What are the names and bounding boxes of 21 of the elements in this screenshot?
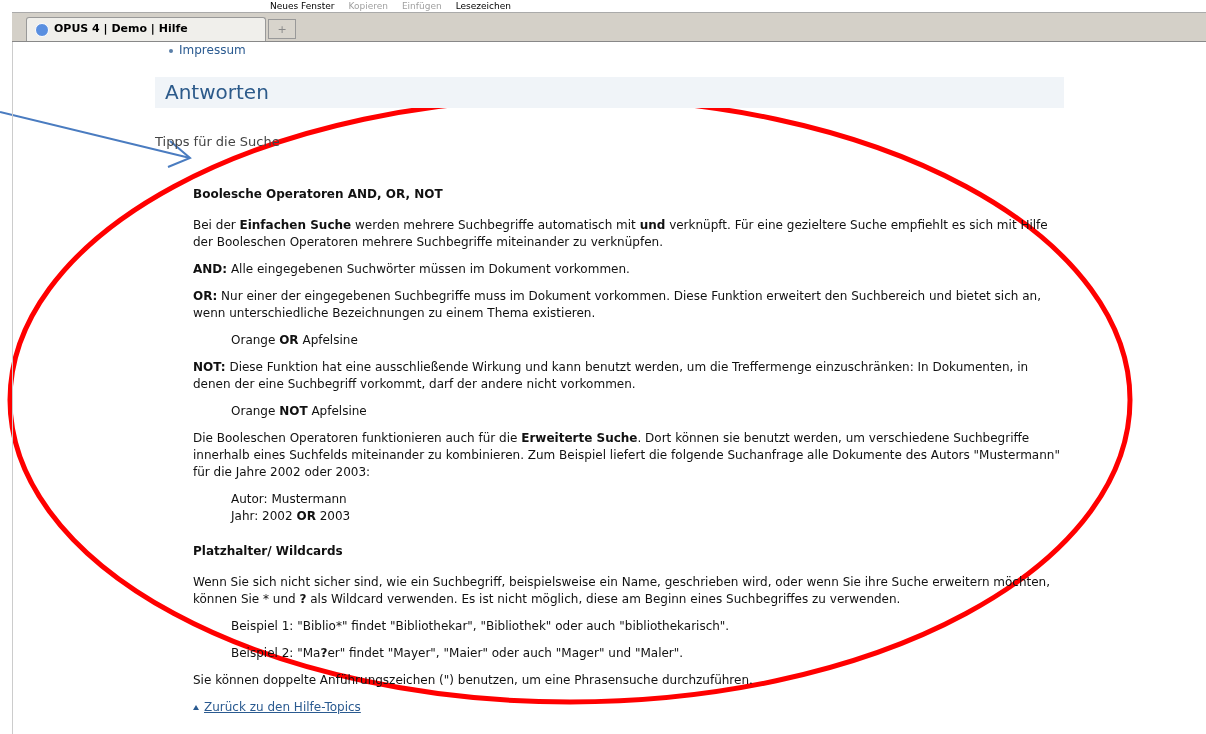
page-heading: Antworten [155,77,1064,108]
menu-item[interactable]: Lesezeichen [455,1,511,12]
example-line: Orange OR Apfelsine [231,332,359,349]
example-line: Jahr: 2002 OR 2003 [231,508,352,525]
impressum-link[interactable]: Impressum [179,42,246,59]
section-heading: Boolesche Operatoren AND, OR, NOT [193,186,444,203]
section-heading: Platzhalter/ Wildcards [193,543,344,560]
example-line: Beispiel 1: "Biblio*" findet "Bibliothekar", "Bibliothek" oder auch "bibliothekarisch". [231,618,731,635]
bullet-icon [169,48,173,53]
site-logo-icon [35,22,49,37]
example-line: Autor: Mustermann [231,491,348,508]
paragraph: AND: Alle eingegebenen Suchwörter müssen im Dokument vorkommen. [193,261,631,278]
paragraph: OR: Nur einer der eingegebenen Suchbegriffe muss im Dokument vorkommen. Diese Funktion erweitert den Suchbereich und bietet sich an, wenn unterschiedliche Bezeichnungen zu einem Thema existieren. [193,288,1042,322]
browser-tab[interactable]: OPUS 4 | Demo | Hilfe [26,17,266,41]
paragraph: Die Booleschen Operatoren funktionieren auch für die Erweiterte Suche. Dort können sie benutzt werden, um verschiedene Suchbegriffe innerhalb eines Suchfelds miteinander zu kombinieren. Zum Beispiel liefert die folgende Suchanfrage alle Dokumente des Autors "Mustermann" für die Jahre 2002 oder 2003: [193,430,1061,481]
up-arrow-icon [193,705,199,710]
menu-item[interactable]: Neues Fenster [270,1,335,12]
page-subtitle: Tipps für die Suche [155,133,281,150]
back-link[interactable]: Zurück zu den Hilfe-Topics [204,699,361,716]
example-line: Orange NOT Apfelsine [231,403,368,420]
paragraph: NOT: Diese Funktion hat eine ausschließende Wirkung und kann benutzt werden, um die Treffermenge einzuschränken: In Dokumenten, in denen der eine Suchbegriff vorkommt, darf der andere nicht vorkommen. [193,359,1030,393]
